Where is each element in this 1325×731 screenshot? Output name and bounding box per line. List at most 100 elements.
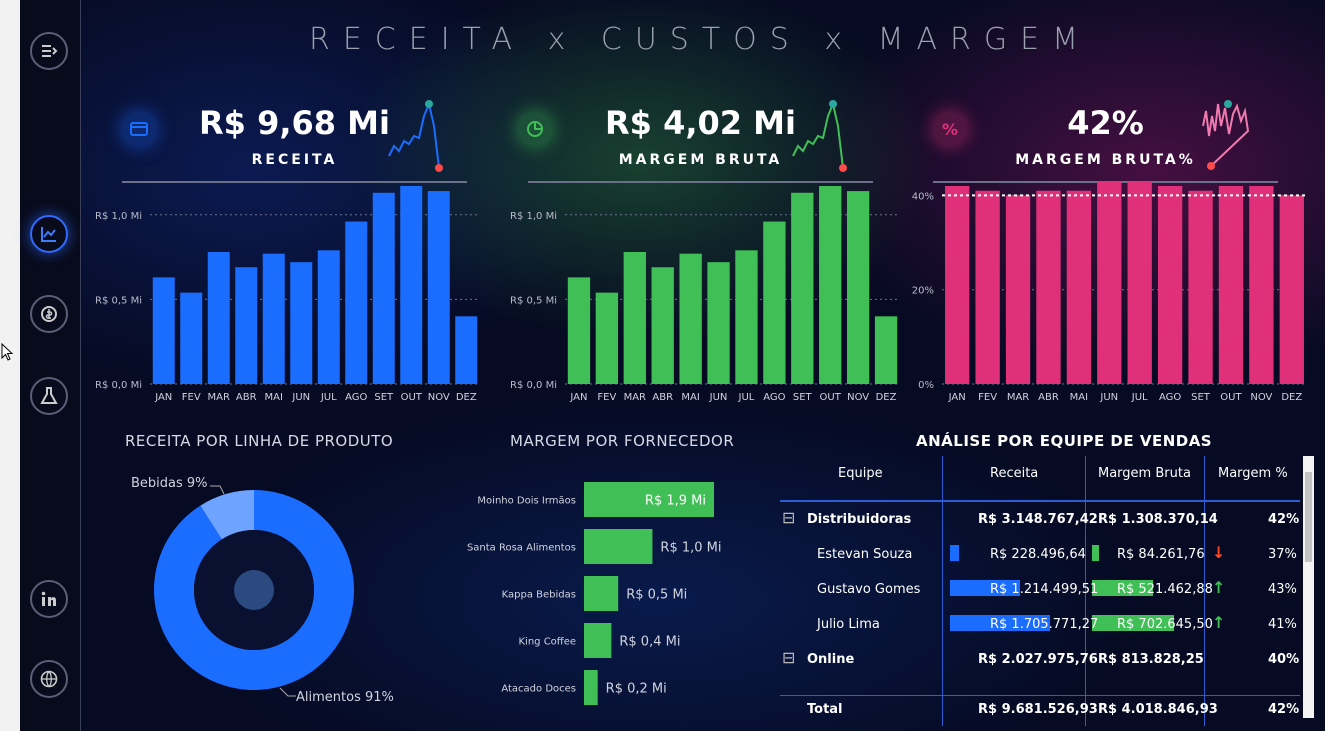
- bar[interactable]: [345, 221, 368, 384]
- bar[interactable]: [975, 190, 1000, 384]
- receita-cell: R$ 3.148.767,42: [978, 512, 1098, 527]
- bar[interactable]: [763, 221, 786, 384]
- bar[interactable]: [1157, 186, 1183, 384]
- x-tick-label: FEV: [597, 392, 616, 403]
- total-receita: R$ 9.681.526,93: [978, 702, 1098, 717]
- bar[interactable]: [372, 192, 395, 384]
- x-tick-label: FEV: [182, 392, 201, 403]
- bar[interactable]: [735, 250, 758, 384]
- bar[interactable]: [595, 292, 619, 384]
- bar[interactable]: [290, 262, 313, 384]
- y-tick-label: R$ 0,5 Mi: [510, 295, 557, 306]
- receita-cell: R$ 1.214.499,51: [990, 582, 1099, 597]
- bar[interactable]: [623, 252, 646, 384]
- bar[interactable]: [1218, 186, 1244, 384]
- nav-finance-button[interactable]: [30, 295, 68, 333]
- bar[interactable]: [1005, 195, 1031, 384]
- bar[interactable]: [400, 186, 423, 384]
- margem-cell: R$ 521.462,88: [1117, 582, 1213, 597]
- group-row[interactable]: ⊟ Online R$ 2.027.975,76 R$ 813.828,25 40%: [780, 642, 1300, 676]
- x-tick-label: MAR: [208, 392, 230, 403]
- col-margem[interactable]: Margem Bruta: [1098, 466, 1191, 481]
- bar[interactable]: [455, 316, 478, 384]
- x-tick-label: ABR: [1038, 392, 1059, 403]
- bar[interactable]: [846, 191, 870, 384]
- supplier-title: MARGEM POR FORNECEDOR: [510, 432, 735, 450]
- x-tick-label: JUN: [709, 392, 728, 403]
- kpi-margem: R$ 4,02 Mi MARGEM BRUTA: [518, 96, 873, 186]
- bar[interactable]: [1279, 195, 1304, 384]
- bar[interactable]: [427, 191, 450, 384]
- col-equipe[interactable]: Equipe: [838, 466, 883, 481]
- receita-data-bar: [950, 545, 959, 561]
- supplier-bar[interactable]: [584, 576, 619, 611]
- table-row[interactable]: Julio Lima R$ 1.705.771,27 R$ 702.645,50 41…: [780, 607, 1300, 641]
- bar[interactable]: [1066, 190, 1092, 384]
- col-margem-pct[interactable]: Margem %: [1218, 466, 1288, 481]
- collapse-menu-button[interactable]: [30, 32, 68, 70]
- x-tick-label: NOV: [847, 392, 869, 403]
- total-label: Total: [807, 702, 843, 717]
- x-tick-label: AGO: [1159, 392, 1181, 403]
- supplier-bar[interactable]: [584, 670, 598, 705]
- bar[interactable]: [679, 253, 702, 384]
- table-row[interactable]: Gustavo Gomes R$ 1.214.499,51 R$ 521.462,8…: [780, 572, 1300, 606]
- bar[interactable]: [1036, 190, 1061, 384]
- collapse-toggle-icon[interactable]: ⊟: [782, 648, 795, 667]
- receita-cell: R$ 2.027.975,76: [978, 652, 1098, 667]
- y-tick-label: 40%: [912, 191, 934, 202]
- bar[interactable]: [1249, 186, 1274, 384]
- x-tick-label: DEZ: [1281, 392, 1302, 403]
- scrollbar-thumb[interactable]: [1305, 472, 1312, 562]
- sales-team-table: Equipe Receita Margem Bruta Margem % ⊟ Di…: [780, 456, 1300, 726]
- bar[interactable]: [1097, 181, 1122, 384]
- bar[interactable]: [567, 277, 591, 384]
- bar[interactable]: [819, 186, 842, 384]
- bar[interactable]: [180, 292, 203, 384]
- nav-chart-button[interactable]: [30, 215, 68, 253]
- linkedin-button[interactable]: [30, 580, 68, 618]
- bar[interactable]: [262, 253, 285, 384]
- bar[interactable]: [207, 252, 230, 384]
- x-tick-label: JUL: [1131, 392, 1148, 403]
- receita-cell: R$ 228.496,64: [990, 547, 1086, 562]
- pie-label: Alimentos 91%: [296, 690, 394, 705]
- website-button[interactable]: [30, 660, 68, 698]
- bar[interactable]: [791, 192, 814, 384]
- y-tick-label: R$ 0,0 Mi: [95, 380, 142, 391]
- bar[interactable]: [235, 267, 258, 384]
- bar[interactable]: [945, 186, 970, 384]
- bar[interactable]: [707, 262, 730, 384]
- collapse-toggle-icon[interactable]: ⊟: [782, 508, 795, 527]
- total-pct: 42%: [1268, 702, 1300, 717]
- x-tick-label: OUT: [1220, 392, 1242, 403]
- supplier-bar[interactable]: [584, 529, 653, 564]
- data-label: R$ 0,2 Mi: [606, 682, 667, 697]
- bar[interactable]: [152, 277, 175, 384]
- globe-icon: [40, 670, 58, 688]
- table-row[interactable]: Estevan Souza R$ 228.496,64 R$ 84.261,76 37…: [780, 537, 1300, 571]
- chart-margem-mensal: R$ 0,0 Mi R$ 0,5 Mi R$ 1,0 Mi JAN FEV MAR ABR M…: [510, 186, 900, 403]
- margem-cell: R$ 84.261,76: [1117, 547, 1205, 562]
- y-tick-label: R$ 0,5 Mi: [95, 295, 142, 306]
- x-tick-label: JUN: [1099, 392, 1118, 403]
- bar[interactable]: [1188, 190, 1213, 384]
- kpi-margem-pct: % 42% MARGEM BRUTA%: [933, 96, 1278, 186]
- col-receita[interactable]: Receita: [990, 466, 1038, 481]
- nav-lab-button[interactable]: [30, 377, 68, 415]
- table-header: Equipe Receita Margem Bruta Margem %: [780, 456, 1300, 502]
- bar[interactable]: [1127, 181, 1152, 384]
- data-label: R$ 0,4 Mi: [619, 635, 680, 650]
- flask-icon: [40, 387, 58, 404]
- y-tick-label: R$ 1,0 Mi: [510, 211, 557, 222]
- bar[interactable]: [874, 316, 898, 384]
- table-scrollbar[interactable]: [1303, 456, 1314, 718]
- bar[interactable]: [317, 250, 340, 384]
- group-row[interactable]: ⊟ Distribuidoras R$ 3.148.767,42 R$ 1.308.3…: [780, 502, 1300, 536]
- margem-pct-cell: 40%: [1268, 652, 1300, 667]
- supplier-bar[interactable]: [584, 623, 612, 658]
- line-chart-icon: [41, 227, 56, 242]
- y-tick-label: R$ 1,0 Mi: [95, 211, 142, 222]
- bar[interactable]: [651, 267, 674, 384]
- supplier-name: King Coffee: [519, 637, 577, 648]
